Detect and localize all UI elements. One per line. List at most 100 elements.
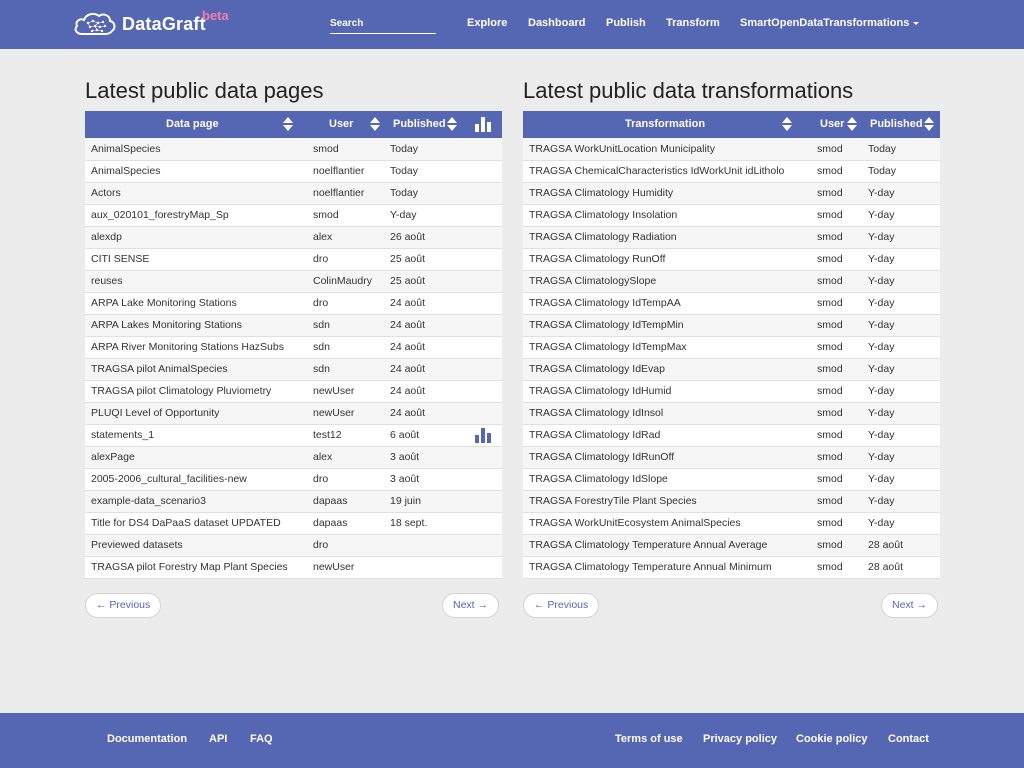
table-row[interactable]: statements_1 test12 6 août	[85, 424, 502, 446]
user-name[interactable]: smod	[811, 204, 862, 226]
transformation-name[interactable]: TRAGSA Climatology IdTempAA	[523, 292, 811, 314]
data-pages-previous-button[interactable]: ← Previous	[85, 593, 162, 618]
table-row[interactable]: TRAGSA Climatology IdRad smod Y-day	[523, 424, 940, 446]
search-input[interactable]	[330, 14, 436, 34]
data-pages-next-button[interactable]: Next →	[442, 593, 500, 618]
transformation-name[interactable]: TRAGSA Climatology Humidity	[523, 182, 811, 204]
col-transformation[interactable]: Transformation	[523, 111, 811, 138]
transformation-name[interactable]: TRAGSA Climatology IdRad	[523, 424, 811, 446]
transformation-name[interactable]: TRAGSA Climatology RunOff	[523, 248, 811, 270]
col-user[interactable]: User	[307, 111, 384, 138]
table-row[interactable]: TRAGSA ForestryTile Plant Species smod Y-d…	[523, 490, 940, 512]
table-row[interactable]: TRAGSA WorkUnitLocation Municipality smod…	[523, 138, 940, 160]
table-row[interactable]: alexPage alex 3 août	[85, 446, 502, 468]
user-name[interactable]: newUser	[307, 402, 384, 424]
data-page-name[interactable]: Actors	[85, 182, 307, 204]
user-name[interactable]: alex	[307, 446, 384, 468]
table-row[interactable]: TRAGSA ClimatologySlope smod Y-day	[523, 270, 940, 292]
user-name[interactable]: smod	[811, 424, 862, 446]
table-row[interactable]: TRAGSA Climatology IdEvap smod Y-day	[523, 358, 940, 380]
data-page-name[interactable]: example-data_scenario3	[85, 490, 307, 512]
data-page-name[interactable]: alexPage	[85, 446, 307, 468]
data-page-name[interactable]: ARPA Lakes Monitoring Stations	[85, 314, 307, 336]
user-name[interactable]: smod	[811, 512, 862, 534]
data-page-name[interactable]: PLUQI Level of Opportunity	[85, 402, 307, 424]
user-name[interactable]: sdn	[307, 314, 384, 336]
footer-privacy-link[interactable]: Privacy policy	[703, 733, 777, 745]
transformation-name[interactable]: TRAGSA Climatology IdSlope	[523, 468, 811, 490]
data-page-name[interactable]: aux_020101_forestryMap_Sp	[85, 204, 307, 226]
table-row[interactable]: TRAGSA Climatology IdSlope smod Y-day	[523, 468, 940, 490]
table-row[interactable]: TRAGSA Climatology Humidity smod Y-day	[523, 182, 940, 204]
transformation-name[interactable]: TRAGSA WorkUnitEcosystem AnimalSpecies	[523, 512, 811, 534]
table-row[interactable]: ARPA Lake Monitoring Stations dro 24 août	[85, 292, 502, 314]
footer-contact-link[interactable]: Contact	[888, 733, 929, 745]
col-user[interactable]: User	[811, 111, 862, 138]
data-page-name[interactable]: TRAGSA pilot AnimalSpecies	[85, 358, 307, 380]
user-name[interactable]: smod	[811, 160, 862, 182]
user-name[interactable]: smod	[811, 534, 862, 556]
transformation-name[interactable]: TRAGSA WorkUnitLocation Municipality	[523, 138, 811, 160]
table-row[interactable]: TRAGSA Climatology IdTempMin smod Y-day	[523, 314, 940, 336]
data-page-name[interactable]: CITI SENSE	[85, 248, 307, 270]
user-name[interactable]: ColinMaudry	[307, 270, 384, 292]
transformation-name[interactable]: TRAGSA Climatology IdTempMax	[523, 336, 811, 358]
nav-transform[interactable]: Transform	[666, 17, 720, 29]
data-page-name[interactable]: ARPA Lake Monitoring Stations	[85, 292, 307, 314]
transformation-name[interactable]: TRAGSA Climatology IdHumid	[523, 380, 811, 402]
col-published[interactable]: Published	[862, 111, 940, 138]
user-name[interactable]: smod	[811, 314, 862, 336]
data-page-name[interactable]: alexdp	[85, 226, 307, 248]
nav-publish[interactable]: Publish	[606, 17, 646, 29]
transformation-name[interactable]: TRAGSA Climatology IdEvap	[523, 358, 811, 380]
data-page-name[interactable]: AnimalSpecies	[85, 160, 307, 182]
data-page-name[interactable]: statements_1	[85, 424, 307, 446]
user-name[interactable]: newUser	[307, 556, 384, 578]
user-name[interactable]: sdn	[307, 336, 384, 358]
data-page-name[interactable]: 2005-2006_cultural_facilities-new	[85, 468, 307, 490]
user-name[interactable]: noelflantier	[307, 160, 384, 182]
table-row[interactable]: Title for DS4 DaPaaS dataset UPDATED dapa…	[85, 512, 502, 534]
table-row[interactable]: TRAGSA Climatology Insolation smod Y-day	[523, 204, 940, 226]
table-row[interactable]: AnimalSpecies noelflantier Today	[85, 160, 502, 182]
table-row[interactable]: CITI SENSE dro 25 août	[85, 248, 502, 270]
table-row[interactable]: TRAGSA Climatology IdHumid smod Y-day	[523, 380, 940, 402]
table-row[interactable]: TRAGSA Climatology Temperature Annual Av…	[523, 534, 940, 556]
footer-api-link[interactable]: API	[209, 733, 227, 745]
transformation-name[interactable]: TRAGSA ClimatologySlope	[523, 270, 811, 292]
bar-chart-icon[interactable]	[475, 427, 492, 443]
sort-icon[interactable]	[924, 117, 934, 131]
user-name[interactable]: newUser	[307, 380, 384, 402]
user-name[interactable]: noelflantier	[307, 182, 384, 204]
sort-icon[interactable]	[283, 117, 293, 131]
table-row[interactable]: TRAGSA pilot AnimalSpecies sdn 24 août	[85, 358, 502, 380]
transformations-previous-button[interactable]: ← Previous	[523, 593, 600, 618]
table-row[interactable]: AnimalSpecies smod Today	[85, 138, 502, 160]
user-name[interactable]: sdn	[307, 358, 384, 380]
user-name[interactable]: smod	[811, 292, 862, 314]
user-name[interactable]: smod	[307, 204, 384, 226]
table-row[interactable]: ARPA River Monitoring Stations HazSubs sd…	[85, 336, 502, 358]
table-row[interactable]: PLUQI Level of Opportunity newUser 24 août	[85, 402, 502, 424]
table-row[interactable]: TRAGSA WorkUnitEcosystem AnimalSpecies sm…	[523, 512, 940, 534]
user-name[interactable]: smod	[307, 138, 384, 160]
table-row[interactable]: reuses ColinMaudry 25 août	[85, 270, 502, 292]
table-row[interactable]: TRAGSA Climatology IdTempMax smod Y-day	[523, 336, 940, 358]
transformation-name[interactable]: TRAGSA Climatology Temperature Annual Av…	[523, 534, 811, 556]
nav-explore[interactable]: Explore	[467, 17, 507, 29]
footer-cookie-link[interactable]: Cookie policy	[796, 733, 868, 745]
user-name[interactable]: smod	[811, 402, 862, 424]
user-name[interactable]: smod	[811, 446, 862, 468]
data-page-name[interactable]: TRAGSA pilot Forestry Map Plant Species	[85, 556, 307, 578]
table-row[interactable]: TRAGSA ChemicalCharacteristics IdWorkUni…	[523, 160, 940, 182]
user-name[interactable]: smod	[811, 468, 862, 490]
table-row[interactable]: TRAGSA pilot Forestry Map Plant Species n…	[85, 556, 502, 578]
user-name[interactable]: test12	[307, 424, 384, 446]
table-row[interactable]: Previewed datasets dro	[85, 534, 502, 556]
table-row[interactable]: example-data_scenario3 dapaas 19 juin	[85, 490, 502, 512]
data-page-name[interactable]: Previewed datasets	[85, 534, 307, 556]
user-name[interactable]: dro	[307, 534, 384, 556]
user-name[interactable]: dro	[307, 248, 384, 270]
data-page-name[interactable]: ARPA River Monitoring Stations HazSubs	[85, 336, 307, 358]
table-row[interactable]: Actors noelflantier Today	[85, 182, 502, 204]
